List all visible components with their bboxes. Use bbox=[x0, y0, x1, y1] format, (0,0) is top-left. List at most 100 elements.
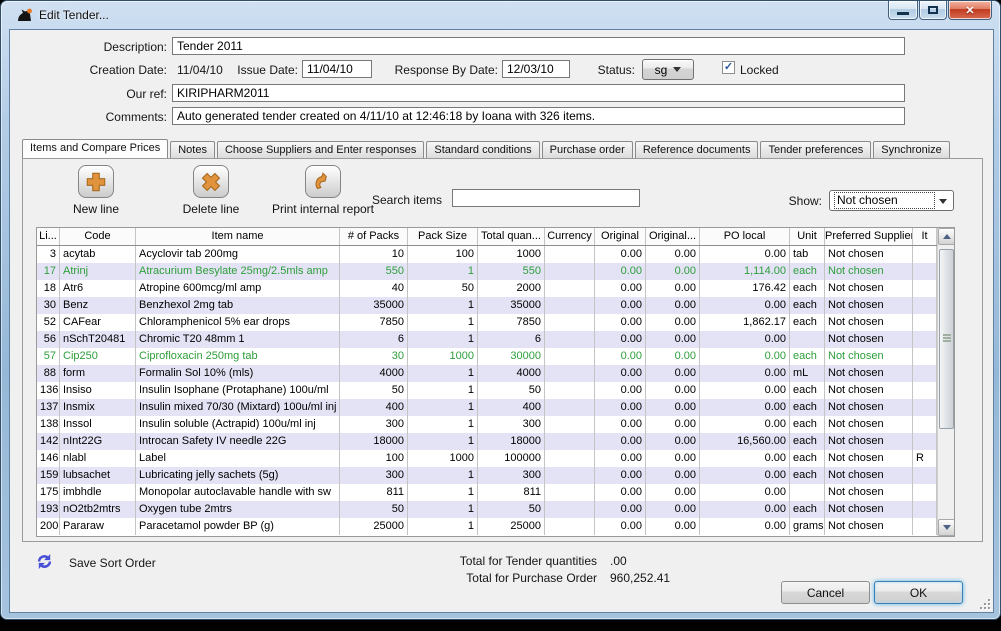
table-cell: 56 bbox=[37, 331, 60, 348]
table-cell: 4000 bbox=[340, 365, 408, 382]
ok-button[interactable]: OK bbox=[874, 581, 963, 604]
tab-notes[interactable]: Notes bbox=[170, 141, 215, 158]
column-header[interactable]: Total quan... bbox=[478, 228, 545, 245]
table-cell: 1,114.00 bbox=[700, 263, 790, 280]
table-row[interactable]: 56nSchT20481Chromic T20 48mm 16160.000.0… bbox=[37, 331, 937, 348]
table-row[interactable]: 138InssolInsulin soluble (Actrapid) 100u… bbox=[37, 416, 937, 433]
scroll-down-button[interactable] bbox=[938, 519, 955, 536]
table-cell: 0.00 bbox=[595, 314, 646, 331]
table-row[interactable]: 18Atr6Atropine 600mcg/ml amp405020000.00… bbox=[37, 280, 937, 297]
table-row[interactable]: 137InsmixInsulin mixed 70/30 (Mixtard) 1… bbox=[37, 399, 937, 416]
minimize-button[interactable] bbox=[888, 1, 918, 20]
table-cell: 0.00 bbox=[700, 501, 790, 518]
tab-synchronize[interactable]: Synchronize bbox=[873, 141, 950, 158]
table-row[interactable]: 193nO2tb2mtrsOxygen tube 2mtrs501500.000… bbox=[37, 501, 937, 518]
column-header[interactable]: Code bbox=[60, 228, 136, 245]
column-header[interactable]: It bbox=[913, 228, 937, 245]
table-cell: 0.00 bbox=[595, 450, 646, 467]
tab-tender-preferences[interactable]: Tender preferences bbox=[760, 141, 871, 158]
table-cell: 1 bbox=[408, 331, 478, 348]
save-sort-order-button[interactable]: Save Sort Order bbox=[69, 556, 156, 570]
table-row[interactable]: 175imbhdleMonopolar autoclavable handle … bbox=[37, 484, 937, 501]
column-header[interactable]: Unit bbox=[790, 228, 825, 245]
table-cell bbox=[545, 263, 595, 280]
tab-items-and-compare-prices[interactable]: Items and Compare Prices bbox=[22, 139, 168, 158]
table-row[interactable]: 57Cip250Ciprofloxacin 250mg tab301000300… bbox=[37, 348, 937, 365]
table-row[interactable]: 52CAFearChloramphenicol 5% ear drops7850… bbox=[37, 314, 937, 331]
title-bar[interactable]: Edit Tender... ✕ bbox=[1, 1, 1000, 29]
cancel-button[interactable]: Cancel bbox=[781, 581, 870, 604]
tab-purchase-order[interactable]: Purchase order bbox=[542, 141, 633, 158]
table-cell: 0.00 bbox=[700, 382, 790, 399]
response-by-date-input[interactable] bbox=[502, 60, 570, 78]
table-cell: 176.42 bbox=[700, 280, 790, 297]
app-icon bbox=[15, 6, 33, 24]
table-cell: form bbox=[60, 365, 136, 382]
table-row[interactable]: 88formFormalin Sol 10% (mls)4000140000.0… bbox=[37, 365, 937, 382]
status-label: Status: bbox=[570, 63, 635, 77]
locked-checkbox[interactable]: ✓ bbox=[722, 61, 735, 74]
column-header[interactable]: Item name bbox=[136, 228, 340, 245]
table-cell: Pararaw bbox=[60, 518, 136, 535]
maximize-button[interactable] bbox=[919, 1, 947, 20]
table-row[interactable]: 146nlablLabel10010001000000.000.000.00ea… bbox=[37, 450, 937, 467]
minimize-icon bbox=[897, 12, 909, 15]
table-row[interactable]: 30BenzBenzhexol 2mg tab350001350000.000.… bbox=[37, 297, 937, 314]
table-cell: Lubricating jelly sachets (5g) bbox=[136, 467, 340, 484]
table-cell: 400 bbox=[478, 399, 545, 416]
our-ref-input[interactable] bbox=[172, 84, 905, 102]
table-cell bbox=[913, 399, 937, 416]
show-dropdown[interactable]: Not chosen bbox=[829, 190, 954, 211]
table-cell: 0.00 bbox=[646, 433, 700, 450]
table-row[interactable]: 136InsisoInsulin Isophane (Protaphane) 1… bbox=[37, 382, 937, 399]
column-header[interactable]: Pack Size bbox=[408, 228, 478, 245]
table-cell bbox=[545, 297, 595, 314]
tab-standard-conditions[interactable]: Standard conditions bbox=[426, 141, 539, 158]
description-input[interactable] bbox=[172, 37, 905, 55]
table-cell: 0.00 bbox=[700, 467, 790, 484]
table-cell: Benz bbox=[60, 297, 136, 314]
delete-line-button[interactable] bbox=[193, 165, 229, 198]
table-row[interactable]: 142nInt22GIntrocan Safety IV needle 22G1… bbox=[37, 433, 937, 450]
table-cell: Insiso bbox=[60, 382, 136, 399]
table-cell: Insulin Isophane (Protaphane) 100u/ml bbox=[136, 382, 340, 399]
column-header[interactable]: Li... bbox=[37, 228, 60, 245]
table-cell bbox=[545, 433, 595, 450]
table-row[interactable]: 17AtrinjAtracurium Besylate 25mg/2.5mls … bbox=[37, 263, 937, 280]
vertical-scrollbar[interactable] bbox=[937, 228, 954, 536]
column-header[interactable]: Original... bbox=[646, 228, 700, 245]
table-cell bbox=[545, 501, 595, 518]
scroll-up-button[interactable] bbox=[938, 228, 955, 245]
tab-choose-suppliers-and-enter-responses[interactable]: Choose Suppliers and Enter responses bbox=[217, 141, 424, 158]
column-header[interactable]: Preferred Supplier bbox=[825, 228, 913, 245]
table-cell: 0.00 bbox=[646, 280, 700, 297]
table-row[interactable]: 3acytabAcyclovir tab 200mg1010010000.000… bbox=[37, 246, 937, 263]
issue-date-input[interactable] bbox=[302, 60, 372, 78]
table-row[interactable]: 159lubsachetLubricating jelly sachets (5… bbox=[37, 467, 937, 484]
new-line-button[interactable] bbox=[78, 165, 114, 198]
table-cell: 35000 bbox=[478, 297, 545, 314]
table-cell bbox=[913, 433, 937, 450]
close-button[interactable]: ✕ bbox=[948, 1, 992, 20]
resize-grip[interactable] bbox=[977, 596, 990, 609]
table-cell: 2000 bbox=[478, 280, 545, 297]
table-row[interactable]: 200PararawParacetamol powder BP (g)25000… bbox=[37, 518, 937, 535]
column-header[interactable]: PO local bbox=[700, 228, 790, 245]
column-header[interactable]: Original bbox=[595, 228, 646, 245]
tab-reference-documents[interactable]: Reference documents bbox=[635, 141, 759, 158]
column-header[interactable]: # of Packs bbox=[340, 228, 408, 245]
table-cell: 1 bbox=[408, 484, 478, 501]
table-cell: Not chosen bbox=[825, 501, 913, 518]
total-tender-value: .00 bbox=[610, 554, 627, 568]
table-cell bbox=[545, 416, 595, 433]
status-dropdown[interactable]: sg bbox=[642, 59, 694, 80]
comments-input[interactable] bbox=[172, 107, 905, 125]
dialog-content: Description: Creation Date: 11/04/10 Iss… bbox=[9, 29, 994, 613]
table-cell: 0.00 bbox=[595, 246, 646, 263]
scrollbar-thumb[interactable] bbox=[939, 249, 954, 429]
table-cell: Not chosen bbox=[825, 280, 913, 297]
table-cell: Inssol bbox=[60, 416, 136, 433]
print-internal-report-button[interactable] bbox=[305, 165, 341, 198]
column-header[interactable]: Currency bbox=[545, 228, 595, 245]
search-items-input[interactable] bbox=[452, 189, 640, 207]
